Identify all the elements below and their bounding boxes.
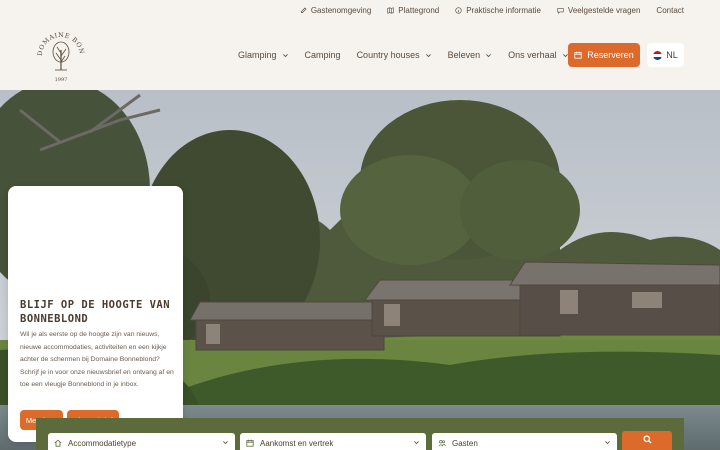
toplink-label: Praktische informatie — [466, 5, 541, 15]
nav-label: Ons verhaal — [508, 50, 557, 60]
toplink-gastenomgeving[interactable]: Gastenomgeving — [300, 6, 371, 15]
newsletter-title: Blijf op de hoogte van Bonneblond — [20, 299, 171, 325]
nav-camping[interactable]: Camping — [305, 50, 341, 60]
toplink-label: Gastenomgeving — [310, 5, 372, 15]
dates-select[interactable]: Aankomst en vertrek — [240, 433, 426, 450]
nav-label: Glamping — [238, 50, 277, 60]
calendar-icon — [574, 51, 582, 59]
accommodation-type-select[interactable]: Accommodatietype — [48, 433, 235, 450]
calendar-icon — [246, 439, 254, 447]
guests-icon — [438, 440, 446, 447]
language-label: NL — [666, 50, 678, 60]
chevron-down-icon — [605, 441, 610, 445]
guests-placeholder: Gasten — [452, 438, 478, 448]
guests-select[interactable]: Gasten — [432, 433, 617, 450]
top-utility-bar: Gastenomgeving Plattegrond Praktische in… — [0, 0, 720, 20]
reserve-button[interactable]: Reserveren — [568, 43, 640, 67]
domaine-bonneblond-logo[interactable]: DOMAINE BONNEBLOND 1997 — [31, 21, 88, 84]
home-icon — [54, 439, 62, 447]
svg-text:1997: 1997 — [55, 77, 68, 83]
chevron-down-icon — [414, 441, 419, 445]
chat-icon — [557, 7, 564, 14]
newsletter-card: Blijf op de hoogte van Bonneblond Wil je… — [8, 186, 183, 442]
chevron-down-icon — [486, 53, 492, 57]
chevron-down-icon — [425, 53, 431, 57]
nav-label: Camping — [304, 50, 341, 60]
toplink-contact[interactable]: Contact — [656, 6, 684, 15]
toplink-label: Veelgestelde vragen — [567, 5, 641, 15]
netherlands-flag-icon — [653, 50, 663, 60]
toplink-veelgestelde-vragen[interactable]: Veelgestelde vragen — [557, 5, 641, 15]
toplink-praktische-informatie[interactable]: Praktische informatie — [455, 6, 541, 15]
nav-label: Country houses — [356, 50, 420, 60]
svg-text:DOMAINE BONNEBLOND: DOMAINE BONNEBLOND — [34, 26, 85, 56]
nav-glamping[interactable]: Glamping — [238, 50, 289, 60]
chevron-down-icon — [223, 441, 228, 445]
map-icon — [387, 6, 394, 14]
newsletter-text: Wil je als eerste op de hoogte zijn van … — [20, 331, 174, 389]
search-button[interactable] — [622, 431, 672, 450]
nav-label: Beleven — [447, 50, 481, 60]
main-header: DOMAINE BONNEBLOND 1997 Glamping Camping… — [0, 20, 720, 90]
info-icon — [455, 6, 462, 14]
chevron-down-icon — [282, 53, 288, 57]
booking-bar: Accommodatietype Aankomst en vertrek Gas… — [36, 418, 684, 450]
reserve-label: Reserveren — [587, 50, 634, 60]
search-icon — [642, 435, 652, 444]
pencil-icon — [300, 7, 307, 13]
nav-ons-verhaal[interactable]: Ons verhaal — [508, 50, 569, 60]
dates-placeholder: Aankomst en vertrek — [260, 438, 334, 448]
toplink-label: Contact — [656, 5, 684, 15]
nav-country-houses[interactable]: Country houses — [357, 50, 432, 60]
nav-beleven[interactable]: Beleven — [448, 50, 493, 60]
language-switcher[interactable]: NL — [647, 43, 684, 67]
accommodation-placeholder: Accommodatietype — [68, 438, 137, 448]
main-nav: Glamping Camping Country houses Beleven … — [238, 50, 569, 60]
toplink-plattegrond[interactable]: Plattegrond — [387, 6, 439, 15]
toplink-label: Plattegrond — [398, 5, 440, 15]
